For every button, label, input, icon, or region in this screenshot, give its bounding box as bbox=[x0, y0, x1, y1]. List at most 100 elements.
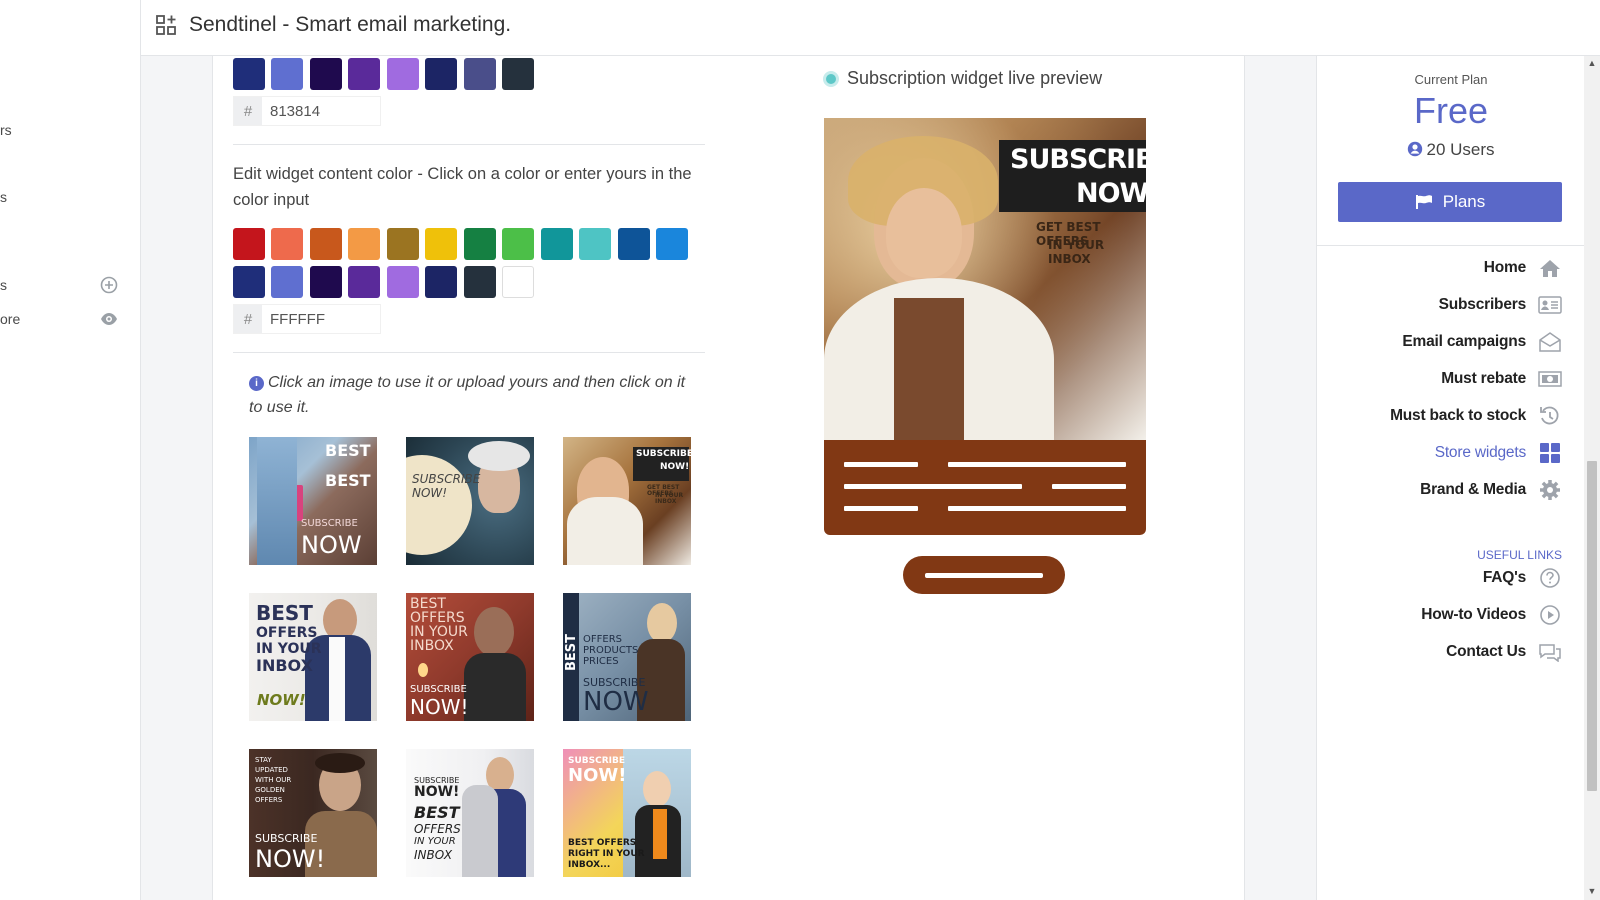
money-bill-icon bbox=[1538, 367, 1562, 391]
grid-icon bbox=[1538, 441, 1562, 465]
preview-headline-1: SUBSCRIBE bbox=[1010, 144, 1146, 175]
envelope-open-icon bbox=[1538, 330, 1562, 354]
content-color-swatch[interactable] bbox=[348, 266, 381, 298]
content-color-swatch[interactable] bbox=[271, 228, 304, 260]
nav-brand-media[interactable]: Brand & Media bbox=[1420, 478, 1562, 502]
content-color-label: Edit widget content color - Click on a c… bbox=[233, 165, 692, 209]
widget-preview-image: SUBSCRIBE NOW! GET BEST OFFERS IN YOUR I… bbox=[824, 118, 1146, 440]
template-image-4[interactable]: BEST OFFERS IN YOUR INBOX NOW! bbox=[249, 593, 377, 721]
nav-must-rebate[interactable]: Must rebate bbox=[1441, 367, 1562, 391]
content-color-swatch[interactable] bbox=[271, 266, 304, 298]
content-hex-input[interactable] bbox=[262, 305, 380, 333]
content-color-swatch[interactable] bbox=[425, 228, 458, 260]
chat-bubbles-icon bbox=[1538, 640, 1562, 664]
content-color-swatch[interactable] bbox=[540, 228, 573, 260]
template-image-2[interactable]: SUBSCRIBE NOW! bbox=[406, 437, 534, 565]
template-image-6[interactable]: BEST OFFERS PRODUCTS PRICES SUBSCRIBE NO… bbox=[563, 593, 691, 721]
content-color-swatch[interactable] bbox=[348, 228, 381, 260]
content-color-swatch[interactable] bbox=[309, 228, 342, 260]
widget-preview-card: SUBSCRIBE NOW! GET BEST OFFERS IN YOUR I… bbox=[824, 118, 1146, 535]
history-icon bbox=[1538, 404, 1562, 428]
preview-title: Subscription widget live preview bbox=[823, 68, 1102, 89]
plan-box: Current Plan Free 20 Users Plans bbox=[1317, 56, 1585, 246]
text-placeholder-line bbox=[948, 462, 1126, 467]
scroll-up-icon[interactable]: ▲ bbox=[1587, 58, 1597, 68]
bg-hex-input[interactable] bbox=[262, 97, 380, 125]
content-color-swatch[interactable] bbox=[386, 266, 419, 298]
flag-icon bbox=[1415, 194, 1433, 210]
bg-color-swatches bbox=[233, 58, 535, 90]
content-color-swatch[interactable] bbox=[309, 266, 342, 298]
hash-label: # bbox=[234, 305, 262, 333]
sidebar-item-campaigns[interactable]: s bbox=[0, 189, 7, 205]
nav-faqs[interactable]: FAQ's bbox=[1483, 566, 1562, 590]
content-color-swatch[interactable] bbox=[656, 228, 689, 260]
nav-store-widgets[interactable]: Store widgets bbox=[1435, 441, 1562, 465]
template-image-1[interactable]: BEST BEST SUBSCRIBE NOW bbox=[249, 437, 377, 565]
nav-howto-videos[interactable]: How-to Videos bbox=[1421, 603, 1562, 627]
divider bbox=[233, 144, 705, 145]
bg-color-swatch[interactable] bbox=[348, 58, 381, 90]
question-circle-icon bbox=[1538, 566, 1562, 590]
dashboard-grid-icon bbox=[155, 14, 177, 36]
content-color-swatch[interactable] bbox=[579, 228, 612, 260]
bg-color-swatch[interactable] bbox=[309, 58, 342, 90]
preview-title-text: Subscription widget live preview bbox=[847, 68, 1103, 88]
nav-contact-us[interactable]: Contact Us bbox=[1446, 640, 1562, 664]
content-hex-field: # bbox=[233, 304, 381, 334]
scroll-thumb[interactable] bbox=[1587, 461, 1597, 791]
content-color-swatch[interactable] bbox=[233, 266, 265, 298]
image-instruction-text: Click an image to use it or upload yours… bbox=[249, 374, 686, 416]
plan-label: Current Plan bbox=[1414, 72, 1488, 87]
app-title: Sendtinel - Smart email marketing. bbox=[189, 13, 512, 36]
bg-color-swatch[interactable] bbox=[271, 58, 304, 90]
template-image-8[interactable]: SUBSCRIBE NOW! BEST OFFERS IN YOUR INBOX bbox=[406, 749, 534, 877]
content-color-swatch[interactable] bbox=[617, 228, 650, 260]
scroll-down-icon[interactable]: ▼ bbox=[1587, 886, 1597, 896]
nav-email-campaigns[interactable]: Email campaigns bbox=[1402, 330, 1562, 354]
text-placeholder-line bbox=[844, 506, 918, 511]
content-color-swatch[interactable] bbox=[386, 228, 419, 260]
sidebar-item-subscribers[interactable]: rs bbox=[0, 122, 12, 138]
bg-color-swatch[interactable] bbox=[463, 58, 496, 90]
bg-color-swatch[interactable] bbox=[425, 58, 458, 90]
home-icon bbox=[1538, 256, 1562, 280]
nav-subscribers[interactable]: Subscribers bbox=[1439, 293, 1562, 317]
bg-color-swatch[interactable] bbox=[233, 58, 265, 90]
template-image-5[interactable]: BEST OFFERS IN YOUR INBOX SUBSCRIBE NOW! bbox=[406, 593, 534, 721]
content-color-swatch[interactable] bbox=[463, 266, 496, 298]
add-circle-icon[interactable] bbox=[100, 276, 118, 294]
widget-preview-button bbox=[903, 556, 1065, 594]
template-image-7[interactable]: STAY UPDATED WITH OUR GOLDEN OFFERS SUBS… bbox=[249, 749, 377, 877]
page-scrollbar[interactable]: ▲ ▼ bbox=[1584, 56, 1600, 900]
info-icon: i bbox=[249, 376, 264, 391]
useful-links-heading: USEFUL LINKS bbox=[1477, 548, 1562, 562]
preview-subline-2: IN YOUR INBOX bbox=[1048, 238, 1105, 266]
gear-icon bbox=[1538, 478, 1562, 502]
nav-must-back-to-stock[interactable]: Must back to stock bbox=[1390, 404, 1562, 428]
top-bar: Sendtinel - Smart email marketing. bbox=[141, 0, 1600, 56]
live-indicator-icon bbox=[823, 70, 839, 87]
text-placeholder-line bbox=[948, 506, 1126, 511]
content-color-swatch[interactable] bbox=[233, 228, 265, 260]
plans-button[interactable]: Plans bbox=[1338, 182, 1562, 222]
template-image-3[interactable]: SUBSCRIBE NOW! GET BEST OFFERS IN YOUR I… bbox=[563, 437, 691, 565]
widget-editor-panel: # Edit widget content color - Click on a… bbox=[212, 56, 1245, 900]
template-image-9[interactable]: SUBSCRIBE NOW! BEST OFFERS RIGHT IN YOUR… bbox=[563, 749, 691, 877]
sidebar-item-widgets[interactable]: s bbox=[0, 277, 7, 293]
right-sidebar: Current Plan Free 20 Users Plans Home Su… bbox=[1316, 56, 1585, 900]
content-color-swatches-row2 bbox=[233, 266, 535, 298]
content-color-swatch[interactable] bbox=[425, 266, 458, 298]
content-color-swatches-row1 bbox=[233, 228, 689, 260]
sidebar-item-store[interactable]: ore bbox=[0, 311, 20, 327]
content-color-swatch[interactable] bbox=[463, 228, 496, 260]
content-color-swatch[interactable] bbox=[502, 228, 535, 260]
bg-color-swatch[interactable] bbox=[502, 58, 535, 90]
bg-color-swatch[interactable] bbox=[386, 58, 419, 90]
plan-users: 20 Users bbox=[1317, 140, 1585, 162]
content-color-swatch[interactable] bbox=[502, 266, 535, 298]
preview-headline-2: NOW! bbox=[1076, 178, 1146, 209]
eye-icon[interactable] bbox=[100, 310, 118, 328]
nav-home[interactable]: Home bbox=[1484, 256, 1562, 280]
contact-card-icon bbox=[1538, 293, 1562, 317]
